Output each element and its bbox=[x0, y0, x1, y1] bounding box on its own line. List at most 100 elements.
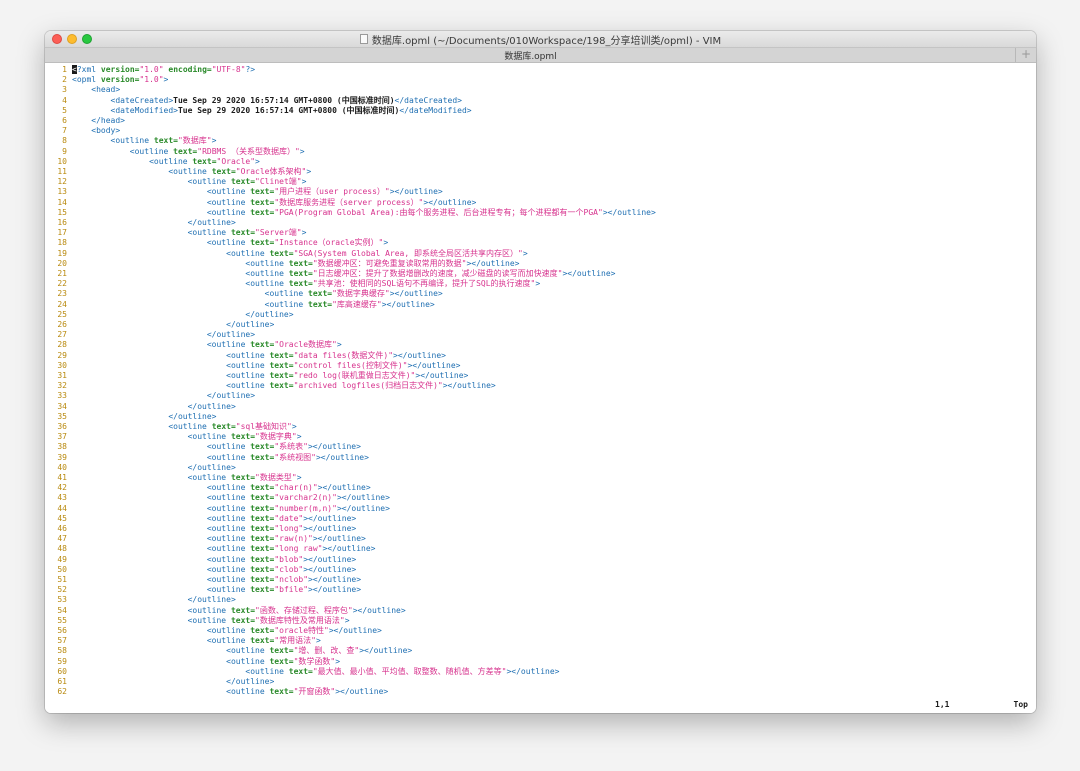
code-token: <outline bbox=[206, 626, 251, 635]
code-line: 46 <outline text="long"></outline> bbox=[45, 524, 356, 534]
code-token: > bbox=[301, 177, 307, 187]
outline-text-value: "varchar2(n)" bbox=[274, 493, 337, 503]
code-token: ></outline> bbox=[312, 534, 366, 544]
code-line: 47 <outline text="raw(n)"></outline> bbox=[45, 534, 366, 544]
code-token: ></outline> bbox=[308, 575, 362, 584]
code-line: 61 </outline> bbox=[45, 677, 274, 687]
code-line: 39 <outline text="系统视图"></outline> bbox=[45, 453, 369, 463]
code-token: <outline bbox=[187, 228, 231, 238]
code-line: 48 <outline text="long raw"></outline> bbox=[45, 544, 375, 554]
code-text: <outline text="最大值、最小值、平均值、取整数、随机值、方差等">… bbox=[72, 667, 559, 676]
code-text: <?xml version="1.0" encoding="UTF-8"?> bbox=[72, 65, 255, 74]
code-line: 53 </outline> bbox=[45, 595, 236, 605]
tab-current-file[interactable]: 数据库.opml bbox=[45, 48, 1016, 62]
code-text: </outline> bbox=[72, 595, 236, 604]
code-token: <outline bbox=[226, 646, 270, 656]
code-token: version= bbox=[100, 65, 140, 74]
window-title: 数据库.opml (~/Documents/010Workspace/198_分… bbox=[371, 35, 722, 47]
line-number: 10 bbox=[57, 156, 67, 166]
outline-text-value: "blob" bbox=[274, 554, 304, 564]
code-line: 21 <outline text="日志缓冲区：提升了数据增删改的速度，减少磁盘… bbox=[45, 269, 615, 279]
code-token: <outline bbox=[226, 350, 270, 360]
code-line: 28 <outline text="Oracle数据库"> bbox=[45, 340, 341, 350]
outline-text-value: "共享池：使相同的SQL语句不再编译，提升了SQL的执行速度" bbox=[312, 279, 536, 289]
new-tab-button[interactable]: + bbox=[1015, 48, 1036, 62]
code-text: <body> bbox=[72, 126, 120, 135]
code-line: 10 <outline text="Oracle"> bbox=[45, 157, 260, 167]
code-token: <dateCreated> bbox=[110, 95, 174, 105]
outline-text-value: "bfile" bbox=[274, 585, 309, 595]
outline-text-value: "archived logfiles(归档日志文件)" bbox=[293, 381, 443, 391]
code-line: 20 <outline text="数据缓冲区：可避免重复读取常用的数据"></… bbox=[45, 259, 519, 269]
line-number: 60 bbox=[57, 666, 67, 676]
outline-text-value: "Server端" bbox=[255, 228, 302, 238]
code-text: <outline text="共享池：使相同的SQL语句不再编译，提升了SQL的… bbox=[72, 279, 540, 288]
code-line: 60 <outline text="最大值、最小值、平均值、取整数、随机值、方差… bbox=[45, 667, 559, 677]
outline-text-value: "增、删、改、查" bbox=[293, 646, 360, 656]
line-number: 7 bbox=[62, 126, 67, 136]
line-number: 48 bbox=[57, 544, 67, 554]
code-line: 23 <outline text="数据字典缓存"></outline> bbox=[45, 289, 442, 299]
document-icon bbox=[359, 34, 368, 44]
code-text: <outline text="data files(数据文件)"></outli… bbox=[72, 351, 446, 360]
code-token: text= bbox=[269, 371, 294, 380]
code-token: text= bbox=[250, 636, 275, 646]
code-text: <outline text="raw(n)"></outline> bbox=[72, 534, 366, 543]
code-line: 12 <outline text="Clinet端"> bbox=[45, 177, 306, 187]
code-line: 35 </outline> bbox=[45, 412, 216, 422]
code-token: text= bbox=[269, 248, 294, 258]
code-token: ></outline> bbox=[423, 197, 477, 207]
code-line: 22 <outline text="共享池：使相同的SQL语句不再编译，提升了S… bbox=[45, 279, 540, 289]
code-line: 29 <outline text="data files(数据文件)"></ou… bbox=[45, 351, 446, 361]
line-number: 41 bbox=[57, 473, 67, 482]
editor-buffer[interactable]: 1 <?xml version="1.0" encoding="UTF-8"?> 2… bbox=[45, 64, 1036, 697]
code-token: </outline> bbox=[206, 330, 256, 340]
line-number: 38 bbox=[57, 442, 67, 452]
code-text: <outline text="long raw"></outline> bbox=[72, 544, 376, 554]
outline-text-value: "系统表" bbox=[274, 442, 308, 452]
outline-text-value: "PGA(Program Global Area):由每个服务进程、后台进程专有… bbox=[274, 207, 603, 217]
outline-text-value: "nclob" bbox=[274, 575, 309, 584]
code-text: </head> bbox=[72, 116, 125, 125]
code-token: <opml bbox=[72, 75, 101, 85]
line-number: 13 bbox=[57, 187, 67, 197]
element-text: Tue Sep 29 2020 16:57:14 GMT+0800 (中国标准时… bbox=[173, 95, 395, 105]
outline-text-value: "long raw" bbox=[274, 544, 323, 554]
outline-text-value: "最大值、最小值、平均值、取整数、随机值、方差等" bbox=[312, 666, 507, 676]
code-line: 6 </head> bbox=[45, 116, 125, 126]
code-token: "UTF-8" bbox=[211, 65, 246, 74]
code-line: 54 <outline text="函数、存储过程、程序包"></outline… bbox=[45, 606, 405, 616]
code-line: 51 <outline text="nclob"></outline> bbox=[45, 575, 361, 585]
code-token: <outline bbox=[206, 544, 251, 554]
code-text: </outline> bbox=[72, 330, 255, 339]
code-text: <outline text="库高速缓存"></outline> bbox=[72, 300, 435, 309]
code-text: <outline text="Instance（oracle实例）"> bbox=[72, 238, 388, 247]
line-number: 40 bbox=[57, 462, 67, 472]
code-line: 25 </outline> bbox=[45, 310, 293, 320]
code-text: <outline text="系统视图"></outline> bbox=[72, 453, 369, 462]
outline-text-value: "Instance（oracle实例）" bbox=[274, 238, 384, 248]
line-number: 20 bbox=[57, 258, 67, 268]
code-token: <outline bbox=[226, 381, 270, 391]
code-token: ></outline> bbox=[381, 299, 435, 309]
code-text: <outline text="char(n)"></outline> bbox=[72, 483, 371, 492]
code-token: <outline bbox=[206, 187, 251, 197]
line-number: 6 bbox=[62, 116, 67, 125]
line-number: 42 bbox=[57, 483, 67, 493]
code-token: > bbox=[535, 279, 541, 289]
code-line: 52 <outline text="bfile"></outline> bbox=[45, 585, 361, 595]
